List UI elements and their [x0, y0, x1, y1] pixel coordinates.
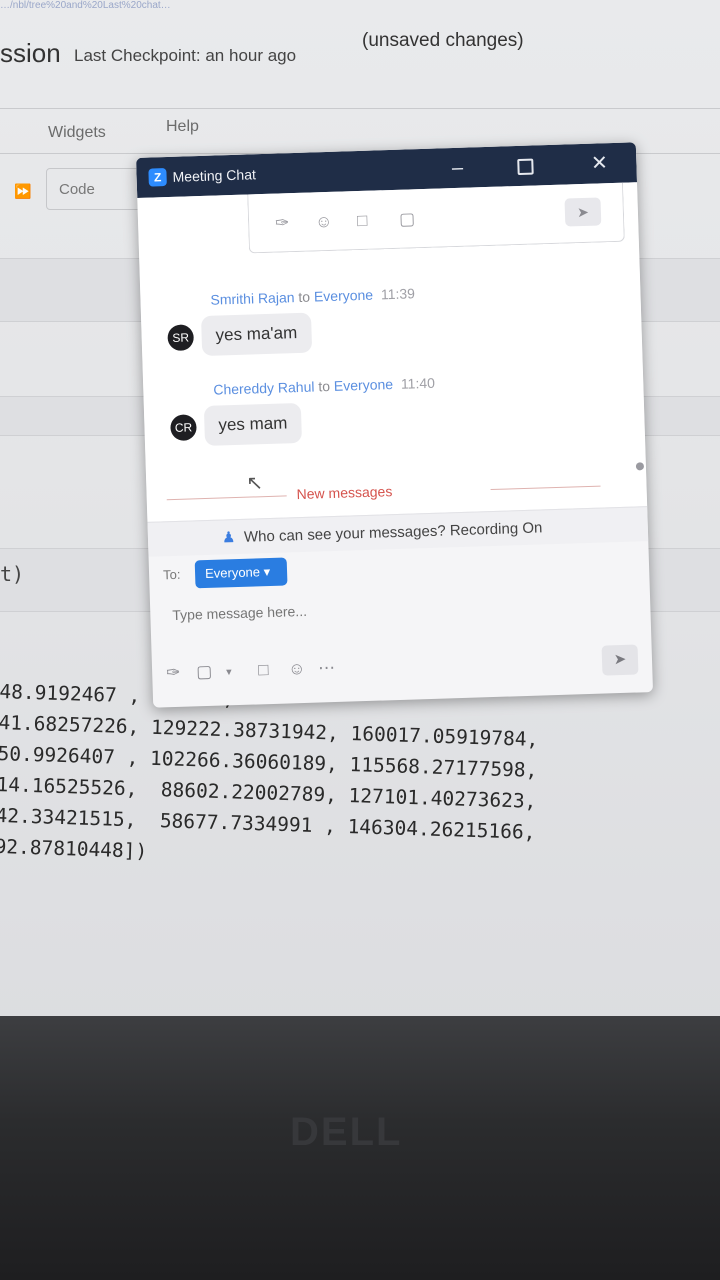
format-icon[interactable]: ✑ [275, 213, 290, 233]
sender-name[interactable]: Chereddy Rahul [213, 379, 315, 398]
send-button[interactable]: ➤ [601, 644, 639, 676]
maximize-icon [517, 158, 534, 175]
mouse-cursor-icon: ↖ [245, 472, 264, 495]
message-header: Smrithi Rajan to Everyone 11:39 [210, 285, 415, 307]
message-header: Chereddy Rahul to Everyone 11:40 [213, 375, 435, 398]
more-icon[interactable]: ⋯ [318, 658, 336, 679]
recipient-dropdown[interactable]: Everyone ▾ [194, 557, 288, 589]
emoji-icon[interactable]: ☺ [288, 659, 306, 680]
laptop-logo: DELL [290, 1110, 403, 1154]
cell-type-label: Code [59, 181, 95, 198]
notice-text: Who can see your messages? Recording On [243, 519, 543, 546]
minimize-button[interactable]: – [440, 153, 475, 182]
screenshot-icon[interactable]: ▢ [399, 209, 416, 229]
divider [166, 495, 287, 501]
zoom-app-icon: Z [148, 168, 167, 187]
fast-forward-icon[interactable]: ⏩ [14, 183, 31, 200]
maximize-button[interactable] [508, 151, 543, 180]
menu-help[interactable]: Help [166, 118, 199, 136]
send-icon[interactable]: ➤ [564, 197, 602, 227]
url-fragment: …/nbl/tree%20and%20Last%20chat… [0, 0, 171, 11]
embedded-compose-box: ✑ ☺ □ ▢ ➤ [247, 182, 625, 254]
compose-toolbar: ✑ ▢ ▾ □ ☺ ⋯ ➤ [152, 636, 653, 702]
recipient-dropdown-label: Everyone [204, 564, 261, 582]
new-messages-divider[interactable]: New messages [296, 483, 392, 502]
people-icon: ♟ [221, 529, 236, 547]
message-input[interactable] [169, 585, 615, 632]
scrollbar-thumb[interactable] [635, 462, 645, 471]
file-icon[interactable]: □ [357, 211, 368, 231]
file-icon[interactable]: □ [258, 660, 269, 680]
chat-message-list[interactable]: ✑ ☺ □ ▢ ➤ Smrithi Rajan to Everyone 11:3… [137, 182, 648, 522]
chevron-down-icon[interactable]: ▾ [226, 665, 232, 678]
screenshot-icon[interactable]: ▢ [196, 662, 213, 682]
to-label: To: [162, 566, 181, 583]
code-fragment: t) [0, 562, 25, 586]
format-icon[interactable]: ✑ [166, 663, 181, 683]
recipient-name[interactable]: Everyone [334, 376, 394, 394]
menu-widgets[interactable]: Widgets [48, 124, 106, 142]
chat-title: Meeting Chat [172, 166, 257, 185]
close-button[interactable]: ✕ [582, 149, 617, 178]
avatar: CR [170, 414, 197, 442]
message-bubble[interactable]: yes mam [203, 402, 303, 446]
unsaved-changes-label: (unsaved changes) [362, 30, 524, 51]
avatar: SR [167, 324, 195, 352]
to-word: to [318, 378, 331, 395]
chevron-down-icon: ▾ [263, 563, 271, 580]
cell-output: 48.9192467 , …, …, 41.68257226, 129222.38… [0, 676, 540, 879]
message-time: 11:39 [380, 285, 416, 303]
meeting-chat-window[interactable]: Z Meeting Chat – ✕ ✑ ☺ □ ▢ ➤ Smrithi Raj… [136, 142, 654, 708]
notebook-name[interactable]: ssion [0, 38, 61, 69]
message-time: 11:40 [400, 374, 436, 392]
recipient-name[interactable]: Everyone [314, 287, 374, 305]
emoji-icon[interactable]: ☺ [315, 212, 333, 233]
sender-name[interactable]: Smrithi Rajan [210, 289, 294, 308]
message-bubble[interactable]: yes ma'am [200, 312, 312, 357]
to-word: to [298, 288, 311, 305]
checkpoint-status: Last Checkpoint: an hour ago [74, 46, 297, 65]
divider [490, 485, 601, 491]
laptop-bezel: DELL [0, 1016, 720, 1280]
